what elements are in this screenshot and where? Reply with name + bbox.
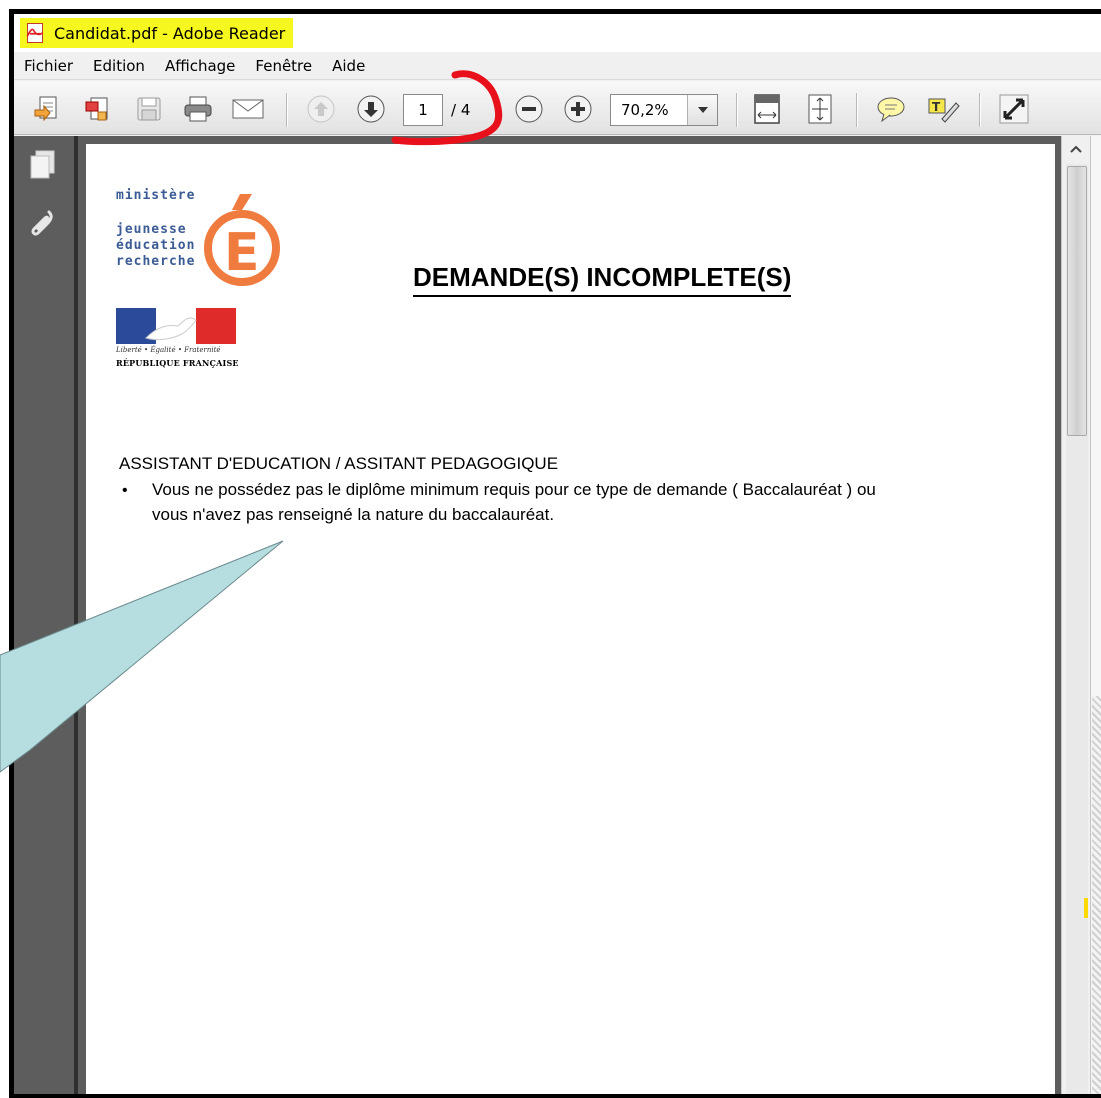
svg-text:T: T [932,100,941,114]
search-highlight-marker [1084,898,1088,918]
window-title: Candidat.pdf - Adobe Reader [54,23,286,43]
menu-affichage[interactable]: Affichage [165,57,235,75]
republic-name: RÉPUBLIQUE FRANÇAISE [116,358,239,368]
fit-width-icon[interactable] [750,93,784,125]
bullet-text-line: Vous ne possédez pas le diplôme minimum … [152,480,876,499]
next-page-icon[interactable] [354,93,388,125]
vertical-scrollbar[interactable] [1061,136,1101,1094]
previous-page-icon[interactable] [304,93,338,125]
document-heading: DEMANDE(S) INCOMPLETE(S) [413,262,792,297]
export-pdf-icon[interactable] [80,93,114,125]
svg-text:E: E [224,223,260,283]
pdf-file-icon [24,23,46,43]
scroll-hatch [1092,696,1101,1094]
title-highlight: Candidat.pdf - Adobe Reader [20,18,294,48]
bullet-text-line: vous n'avez pas renseigné la nature du b… [152,505,555,524]
logo-line: recherche [116,254,196,269]
zoom-in-icon[interactable] [561,93,595,125]
create-pdf-icon[interactable] [30,93,64,125]
attachments-icon[interactable] [27,206,59,244]
section-title: ASSISTANT D'EDUCATION / ASSITANT PEDAGOG… [119,454,559,473]
ministry-logo: E ministère jeunesse éducation recherche… [116,180,286,370]
page-total: / 4 [451,101,471,119]
document-view: E ministère jeunesse éducation recherche… [78,136,1061,1094]
save-icon[interactable] [132,93,166,125]
logo-line: jeunesse [116,222,187,237]
menu-aide[interactable]: Aide [332,57,365,75]
zoom-select[interactable]: 70,2% [610,94,718,126]
adobe-reader-window: Candidat.pdf - Adobe Reader Fichier Edit… [9,9,1101,1098]
fit-page-icon[interactable] [803,93,837,125]
pdf-page: E ministère jeunesse éducation recherche… [86,144,1055,1094]
comment-icon[interactable] [874,93,908,125]
logo-line: éducation [116,238,196,253]
menu-fenetre[interactable]: Fenêtre [255,57,312,75]
zoom-value: 70,2% [621,101,669,119]
chevron-down-icon[interactable] [687,95,717,125]
menu-fichier[interactable]: Fichier [24,57,73,75]
menu-bar: Fichier Edition Affichage Fenêtre Aide [14,52,1101,80]
marianne-emblem [116,308,236,344]
highlight-text-icon[interactable]: T [926,93,960,125]
zoom-out-icon[interactable] [512,93,546,125]
logo-text: ministère jeunesse éducation recherche [116,188,195,270]
republic-motto: Liberté • Égalité • Fraternité [116,346,221,354]
menu-edition[interactable]: Edition [93,57,145,75]
logo-line: ministère [116,188,196,203]
toolbar: 1 / 4 70,2% T [14,81,1101,135]
navigation-panel [14,136,78,1094]
scroll-thumb[interactable] [1067,166,1087,436]
full-screen-icon[interactable] [997,93,1031,125]
print-icon[interactable] [181,93,215,125]
title-bar: Candidat.pdf - Adobe Reader [14,14,1101,52]
pages-icon[interactable] [27,148,59,184]
email-icon[interactable] [231,93,265,125]
scroll-up-icon[interactable] [1062,136,1090,162]
page-number-input[interactable]: 1 [403,94,443,126]
bullet-point: • [122,482,128,499]
